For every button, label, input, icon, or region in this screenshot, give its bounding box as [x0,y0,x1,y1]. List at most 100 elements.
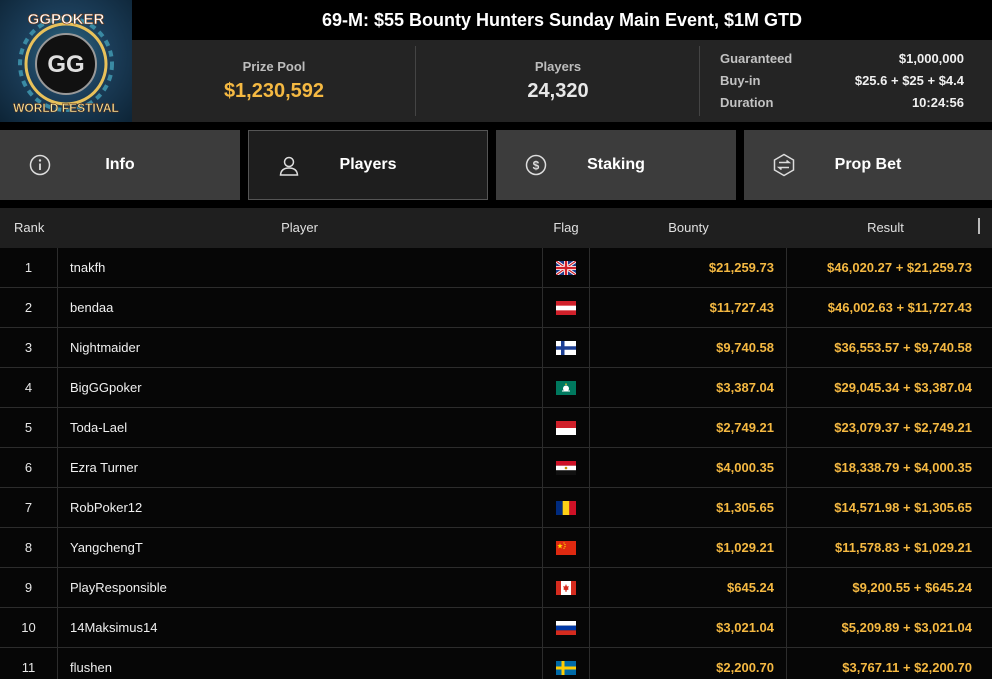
detail-duration: Duration 10:24:56 [720,92,964,114]
tournament-details: Guaranteed $1,000,000 Buy-in $25.6 + $25… [720,48,964,114]
table-row[interactable]: 2 bendaa $11,727.43 $46,002.63 + $11,727… [0,288,992,328]
header-result[interactable]: Result [787,208,984,248]
cell-player[interactable]: tnakfh [57,248,542,287]
scrollbar-handle[interactable] [978,218,980,234]
cell-flag [542,328,590,367]
header-rank[interactable]: Rank [14,208,44,248]
tab-label: Prop Bet [834,156,902,173]
cell-rank: 11 [21,660,36,675]
cell-flag [542,368,590,407]
detail-buy-in: Buy-in $25.6 + $25 + $4.4 [720,70,964,92]
cell-flag [542,448,590,487]
table-row[interactable]: 3 Nightmaider $9,740.58 $36,553.57 + $9,… [0,328,992,368]
cell-rank: 2 [24,300,33,315]
cell-player[interactable]: PlayResponsible [57,568,542,607]
logo-graphic: GG GGPOKER WORLD FESTIVAL [13,11,119,116]
canada-flag-icon [556,580,576,595]
cell-player[interactable]: RobPoker12 [57,488,542,527]
tab-label: Players [339,156,397,173]
header-player[interactable]: Player [57,208,542,248]
players-value: 24,320 [527,80,589,102]
russia-flag-icon [556,620,576,635]
cell-bounty: $3,021.04 [590,608,787,647]
uk-flag-icon [556,260,576,275]
ggpoker-world-festival-logo: GG GGPOKER WORLD FESTIVAL [0,0,132,122]
cell-bounty: $2,749.21 [590,408,787,447]
macau-flag-icon [556,380,576,395]
cell-flag [542,648,590,679]
cell-player[interactable]: 14Maksimus14 [57,608,542,647]
cell-rank: 1 [24,260,33,275]
prize-pool-label: Prize Pool [242,59,306,74]
cell-player[interactable]: Nightmaider [57,328,542,367]
table-row[interactable]: 10 14Maksimus14 $3,021.04 $5,209.89 + $3… [0,608,992,648]
table-row[interactable]: 6 Ezra Turner $4,000.35 $18,338.79 + $4,… [0,448,992,488]
detail-key: Buy-in [720,73,761,88]
indonesia-flag-icon [556,420,576,435]
tab-info[interactable]: Info [0,130,240,200]
header-flag[interactable]: Flag [542,208,590,248]
cell-bounty: $21,259.73 [590,248,787,287]
table-row[interactable]: 1 tnakfh $21,259.73 $46,020.27 + $21,259… [0,248,992,288]
cell-player[interactable]: YangchengT [57,528,542,567]
cell-player[interactable]: Ezra Turner [57,448,542,487]
cell-result: $11,578.83 + $1,029.21 [835,540,972,555]
table-row[interactable]: 9 PlayResponsible $645.24 $9,200.55 + $6… [0,568,992,608]
tab-label: Info [105,156,135,173]
tab-staking[interactable]: $ Staking [496,130,736,200]
cell-result: $18,338.79 + $4,000.35 [834,460,972,475]
table-row[interactable]: 4 BigGGpoker $3,387.04 $29,045.34 + $3,3… [0,368,992,408]
dollar-coin-icon: $ [525,154,547,176]
cell-flag [542,288,590,327]
cell-player[interactable]: Toda-Lael [57,408,542,447]
cell-rank: 4 [24,380,33,395]
prop-bet-icon [773,153,795,177]
detail-value: $1,000,000 [898,51,964,66]
egypt-flag-icon [556,460,576,475]
cell-player[interactable]: bendaa [57,288,542,327]
table-row[interactable]: 7 RobPoker12 $1,305.65 $14,571.98 + $1,3… [0,488,992,528]
players-label: Players [534,59,582,74]
cell-bounty: $1,029.21 [590,528,787,567]
cell-result: $23,079.37 + $2,749.21 [834,420,972,435]
cell-flag [542,408,590,447]
cell-player[interactable]: BigGGpoker [57,368,542,407]
tab-players[interactable]: Players [248,130,488,200]
sweden-flag-icon [556,660,576,675]
cell-flag [542,528,590,567]
cell-rank: 6 [24,460,33,475]
cell-rank: 3 [24,340,33,355]
cell-bounty: $4,000.35 [590,448,787,487]
cell-result: $36,553.57 + $9,740.58 [834,340,972,355]
cell-bounty: $2,200.70 [590,648,787,679]
detail-value: $25.6 + $25 + $4.4 [854,73,964,88]
table-row[interactable]: 11 flushen $2,200.70 $3,767.11 + $2,200.… [0,648,992,679]
cell-rank: 8 [24,540,33,555]
cell-bounty: $3,387.04 [590,368,787,407]
table-row[interactable]: 5 Toda-Lael $2,749.21 $23,079.37 + $2,74… [0,408,992,448]
cell-result: $3,767.11 + $2,200.70 [842,660,972,675]
cell-result: $9,200.55 + $645.24 [852,580,972,595]
austria-flag-icon [556,300,576,315]
tab-label: Staking [587,156,645,173]
cell-result: $29,045.34 + $3,387.04 [834,380,972,395]
cell-flag [542,248,590,287]
cell-flag [542,568,590,607]
cell-bounty: $1,305.65 [590,488,787,527]
romania-flag-icon [556,500,576,515]
china-flag-icon [556,540,576,555]
header-bounty[interactable]: Bounty [590,208,787,248]
cell-result: $5,209.89 + $3,021.04 [841,620,972,635]
detail-value: 10:24:56 [911,95,964,110]
cell-result: $46,002.63 + $11,727.43 [827,300,972,315]
cell-player[interactable]: flushen [57,648,542,679]
cell-bounty: $9,740.58 [590,328,787,367]
table-row[interactable]: 8 YangchengT $1,029.21 $11,578.83 + $1,0… [0,528,992,568]
prize-pool-value: $1,230,592 [223,80,325,102]
header-divider [699,46,700,116]
players-table-header: Rank Player Flag Bounty Result [0,208,992,248]
players-table-body: 1 tnakfh $21,259.73 $46,020.27 + $21,259… [0,248,992,679]
cell-bounty: $645.24 [590,568,787,607]
tournament-header: GG GGPOKER WORLD FESTIVAL 69-M: $55 Boun… [0,0,992,122]
tab-prop-bet[interactable]: Prop Bet [744,130,992,200]
